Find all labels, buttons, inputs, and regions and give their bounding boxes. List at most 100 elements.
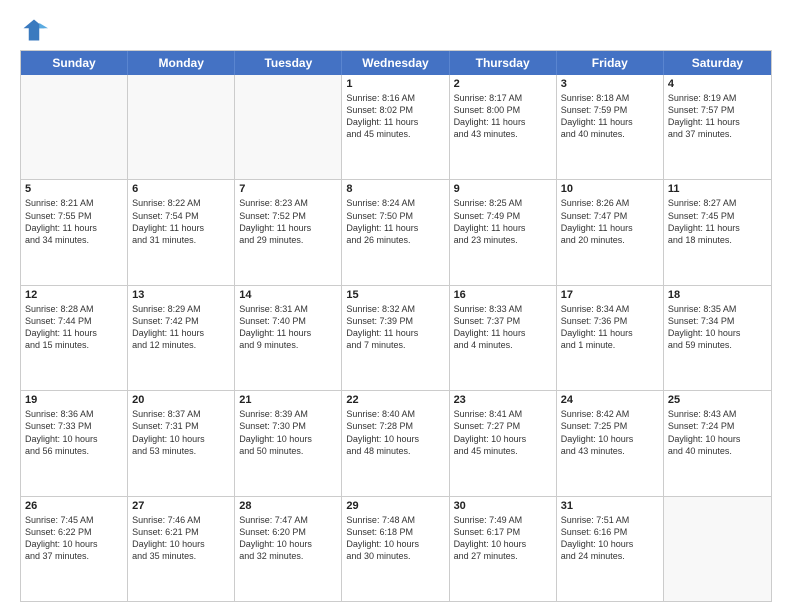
- calendar-row: 12Sunrise: 8:28 AM Sunset: 7:44 PM Dayli…: [21, 285, 771, 390]
- calendar-cell: 31 Sunrise: 7:51 AM Sunset: 6:16 PM Dayli…: [557, 497, 664, 601]
- calendar-cell: 13 Sunrise: 8:29 AM Sunset: 7:42 PM Dayli…: [128, 286, 235, 390]
- cell-info: Sunrise: 8:19 AM Sunset: 7:57 PM Dayligh…: [668, 92, 767, 141]
- cell-info: Sunrise: 8:42 AM Sunset: 7:25 PM Dayligh…: [561, 408, 659, 457]
- header: [20, 16, 772, 44]
- calendar-row: 5 Sunrise: 8:21 AM Sunset: 7:55 PM Daylig…: [21, 179, 771, 284]
- logo: [20, 16, 52, 44]
- cell-info: Sunrise: 8:34 AM Sunset: 7:36 PM Dayligh…: [561, 303, 659, 352]
- day-number: 14: [239, 289, 337, 301]
- cell-info: Sunrise: 8:26 AM Sunset: 7:47 PM Dayligh…: [561, 197, 659, 246]
- calendar: SundayMondayTuesdayWednesdayThursdayFrid…: [20, 50, 772, 602]
- calendar-cell: [128, 75, 235, 179]
- calendar-cell: 22 Sunrise: 8:40 AM Sunset: 7:28 PM Dayli…: [342, 391, 449, 495]
- day-number: 29: [346, 500, 444, 512]
- day-number: 31: [561, 500, 659, 512]
- day-number: 20: [132, 394, 230, 406]
- cell-info: Sunrise: 8:39 AM Sunset: 7:30 PM Dayligh…: [239, 408, 337, 457]
- calendar-cell: 27 Sunrise: 7:46 AM Sunset: 6:21 PM Dayli…: [128, 497, 235, 601]
- day-number: 13: [132, 289, 230, 301]
- day-number: 8: [346, 183, 444, 195]
- cell-info: Sunrise: 8:16 AM Sunset: 8:02 PM Dayligh…: [346, 92, 444, 141]
- calendar-header-row: SundayMondayTuesdayWednesdayThursdayFrid…: [21, 51, 771, 75]
- calendar-cell: 12Sunrise: 8:28 AM Sunset: 7:44 PM Dayli…: [21, 286, 128, 390]
- day-number: 23: [454, 394, 552, 406]
- cell-info: Sunrise: 7:45 AM Sunset: 6:22 PM Dayligh…: [25, 514, 123, 563]
- calendar-header-cell: Monday: [128, 51, 235, 75]
- cell-info: Sunrise: 8:17 AM Sunset: 8:00 PM Dayligh…: [454, 92, 552, 141]
- day-number: 18: [668, 289, 767, 301]
- calendar-cell: 28Sunrise: 7:47 AM Sunset: 6:20 PM Dayli…: [235, 497, 342, 601]
- cell-info: Sunrise: 8:41 AM Sunset: 7:27 PM Dayligh…: [454, 408, 552, 457]
- calendar-header-cell: Friday: [557, 51, 664, 75]
- calendar-cell: [664, 497, 771, 601]
- calendar-cell: 30Sunrise: 7:49 AM Sunset: 6:17 PM Dayli…: [450, 497, 557, 601]
- calendar-header-cell: Wednesday: [342, 51, 449, 75]
- day-number: 9: [454, 183, 552, 195]
- calendar-cell: [235, 75, 342, 179]
- day-number: 11: [668, 183, 767, 195]
- day-number: 27: [132, 500, 230, 512]
- calendar-cell: 26 Sunrise: 7:45 AM Sunset: 6:22 PM Dayli…: [21, 497, 128, 601]
- cell-info: Sunrise: 8:29 AM Sunset: 7:42 PM Dayligh…: [132, 303, 230, 352]
- page: SundayMondayTuesdayWednesdayThursdayFrid…: [0, 0, 792, 612]
- day-number: 22: [346, 394, 444, 406]
- calendar-cell: 25 Sunrise: 8:43 AM Sunset: 7:24 PM Dayli…: [664, 391, 771, 495]
- cell-info: Sunrise: 8:27 AM Sunset: 7:45 PM Dayligh…: [668, 197, 767, 246]
- calendar-cell: 24 Sunrise: 8:42 AM Sunset: 7:25 PM Dayli…: [557, 391, 664, 495]
- calendar-cell: 3Sunrise: 8:18 AM Sunset: 7:59 PM Daylig…: [557, 75, 664, 179]
- calendar-row: 1 Sunrise: 8:16 AM Sunset: 8:02 PM Daylig…: [21, 75, 771, 179]
- calendar-cell: 19 Sunrise: 8:36 AM Sunset: 7:33 PM Dayli…: [21, 391, 128, 495]
- day-number: 12: [25, 289, 123, 301]
- day-number: 6: [132, 183, 230, 195]
- cell-info: Sunrise: 8:31 AM Sunset: 7:40 PM Dayligh…: [239, 303, 337, 352]
- day-number: 26: [25, 500, 123, 512]
- calendar-cell: 2 Sunrise: 8:17 AM Sunset: 8:00 PM Daylig…: [450, 75, 557, 179]
- day-number: 19: [25, 394, 123, 406]
- calendar-header-cell: Saturday: [664, 51, 771, 75]
- cell-info: Sunrise: 8:37 AM Sunset: 7:31 PM Dayligh…: [132, 408, 230, 457]
- cell-info: Sunrise: 7:48 AM Sunset: 6:18 PM Dayligh…: [346, 514, 444, 563]
- cell-info: Sunrise: 8:21 AM Sunset: 7:55 PM Dayligh…: [25, 197, 123, 246]
- calendar-cell: 14 Sunrise: 8:31 AM Sunset: 7:40 PM Dayli…: [235, 286, 342, 390]
- cell-info: Sunrise: 8:25 AM Sunset: 7:49 PM Dayligh…: [454, 197, 552, 246]
- day-number: 3: [561, 78, 659, 90]
- calendar-header-cell: Sunday: [21, 51, 128, 75]
- day-number: 25: [668, 394, 767, 406]
- calendar-cell: [21, 75, 128, 179]
- calendar-cell: 5 Sunrise: 8:21 AM Sunset: 7:55 PM Daylig…: [21, 180, 128, 284]
- day-number: 7: [239, 183, 337, 195]
- cell-info: Sunrise: 8:23 AM Sunset: 7:52 PM Dayligh…: [239, 197, 337, 246]
- cell-info: Sunrise: 8:36 AM Sunset: 7:33 PM Dayligh…: [25, 408, 123, 457]
- day-number: 4: [668, 78, 767, 90]
- day-number: 1: [346, 78, 444, 90]
- day-number: 21: [239, 394, 337, 406]
- day-number: 16: [454, 289, 552, 301]
- cell-info: Sunrise: 8:43 AM Sunset: 7:24 PM Dayligh…: [668, 408, 767, 457]
- calendar-cell: 4 Sunrise: 8:19 AM Sunset: 7:57 PM Daylig…: [664, 75, 771, 179]
- cell-info: Sunrise: 8:24 AM Sunset: 7:50 PM Dayligh…: [346, 197, 444, 246]
- calendar-row: 26 Sunrise: 7:45 AM Sunset: 6:22 PM Dayli…: [21, 496, 771, 601]
- calendar-cell: 16Sunrise: 8:33 AM Sunset: 7:37 PM Dayli…: [450, 286, 557, 390]
- cell-info: Sunrise: 7:47 AM Sunset: 6:20 PM Dayligh…: [239, 514, 337, 563]
- day-number: 24: [561, 394, 659, 406]
- calendar-header-cell: Tuesday: [235, 51, 342, 75]
- calendar-cell: 8 Sunrise: 8:24 AM Sunset: 7:50 PM Daylig…: [342, 180, 449, 284]
- cell-info: Sunrise: 8:40 AM Sunset: 7:28 PM Dayligh…: [346, 408, 444, 457]
- cell-info: Sunrise: 7:46 AM Sunset: 6:21 PM Dayligh…: [132, 514, 230, 563]
- cell-info: Sunrise: 7:51 AM Sunset: 6:16 PM Dayligh…: [561, 514, 659, 563]
- calendar-cell: 7 Sunrise: 8:23 AM Sunset: 7:52 PM Daylig…: [235, 180, 342, 284]
- calendar-cell: 18 Sunrise: 8:35 AM Sunset: 7:34 PM Dayli…: [664, 286, 771, 390]
- calendar-cell: 20 Sunrise: 8:37 AM Sunset: 7:31 PM Dayli…: [128, 391, 235, 495]
- cell-info: Sunrise: 8:22 AM Sunset: 7:54 PM Dayligh…: [132, 197, 230, 246]
- calendar-cell: 9 Sunrise: 8:25 AM Sunset: 7:49 PM Daylig…: [450, 180, 557, 284]
- calendar-cell: 21 Sunrise: 8:39 AM Sunset: 7:30 PM Dayli…: [235, 391, 342, 495]
- calendar-cell: 1 Sunrise: 8:16 AM Sunset: 8:02 PM Daylig…: [342, 75, 449, 179]
- calendar-cell: 17Sunrise: 8:34 AM Sunset: 7:36 PM Dayli…: [557, 286, 664, 390]
- cell-info: Sunrise: 8:32 AM Sunset: 7:39 PM Dayligh…: [346, 303, 444, 352]
- day-number: 2: [454, 78, 552, 90]
- cell-info: Sunrise: 8:35 AM Sunset: 7:34 PM Dayligh…: [668, 303, 767, 352]
- cell-info: Sunrise: 7:49 AM Sunset: 6:17 PM Dayligh…: [454, 514, 552, 563]
- day-number: 5: [25, 183, 123, 195]
- calendar-cell: 23 Sunrise: 8:41 AM Sunset: 7:27 PM Dayli…: [450, 391, 557, 495]
- calendar-row: 19 Sunrise: 8:36 AM Sunset: 7:33 PM Dayli…: [21, 390, 771, 495]
